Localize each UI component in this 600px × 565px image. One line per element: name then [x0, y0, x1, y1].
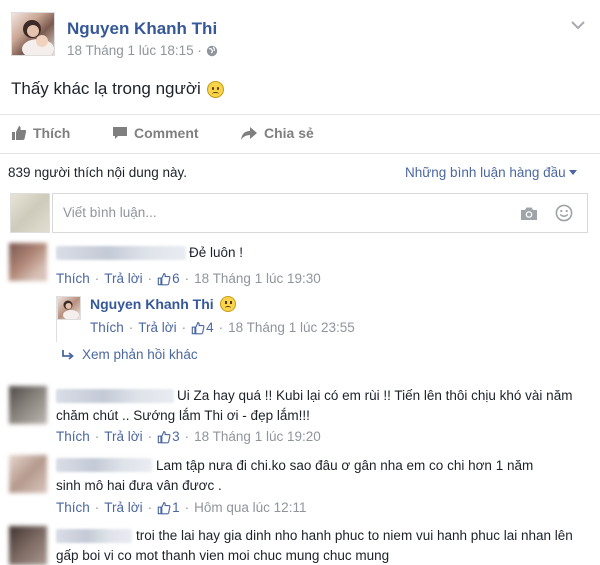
reply-time[interactable]: 18 Tháng 1 lúc 23:55: [228, 320, 355, 335]
comment-meta: Thích · Trả lời · 1 · Hôm qua lúc 12:11: [56, 500, 306, 515]
meta-separator: ·: [147, 500, 153, 515]
caret-down-icon: [568, 170, 577, 175]
comment-reply-link[interactable]: Trả lời: [104, 500, 142, 515]
meta-separator: ·: [184, 429, 190, 444]
more-replies-label: Xem phản hồi khác: [82, 347, 198, 362]
comment-sort-dropdown[interactable]: Những bình luận hàng đầu: [405, 165, 577, 180]
post-timestamp-text: 18 Tháng 1 lúc 18:15 ·: [67, 43, 202, 58]
comment-like-count[interactable]: 1: [157, 500, 180, 515]
comment-like-count[interactable]: 3: [157, 429, 180, 444]
comment-text: Ui Za hay quá !! Kubi lại có em rùi !! T…: [56, 388, 573, 423]
thumbs-up-icon: [12, 126, 27, 140]
comment-time[interactable]: 18 Tháng 1 lúc 19:30: [194, 271, 321, 286]
chevron-down-icon[interactable]: [571, 20, 585, 30]
composer-avatar: [10, 193, 50, 233]
like-count-value: 3: [172, 429, 180, 444]
more-replies-link[interactable]: Xem phản hồi khác: [62, 347, 198, 362]
comment-meta: Thích · Trả lời · 6 · 18 Tháng 1 lúc 19:…: [56, 271, 321, 286]
share-arrow-icon: [241, 126, 257, 140]
like-count-icon: [157, 272, 171, 285]
comment-like-link[interactable]: Thích: [56, 429, 90, 444]
reply-arrow-icon: [62, 349, 74, 360]
like-count-icon: [157, 430, 171, 443]
meta-separator: ·: [128, 320, 134, 335]
meta-separator: ·: [184, 500, 190, 515]
meta-separator: ·: [184, 271, 190, 286]
reply-meta: Thích · Trả lời · 4 · 18 Tháng 1 lúc 23:…: [90, 320, 355, 335]
comment-sort-label: Những bình luận hàng đầu: [405, 165, 566, 180]
commenter-avatar[interactable]: [9, 455, 47, 493]
comment-button[interactable]: Comment: [112, 125, 199, 141]
comment-button-label: Comment: [134, 125, 199, 141]
comment-input[interactable]: Viết bình luận...: [52, 193, 588, 233]
comment-like-count[interactable]: 6: [157, 271, 180, 286]
like-button[interactable]: Thích: [11, 125, 70, 141]
comment-bubble-icon: [113, 126, 127, 139]
post-text: Thấy khác lạ trong người: [11, 79, 224, 99]
post-author-avatar[interactable]: [11, 12, 55, 56]
comment-time[interactable]: Hôm qua lúc 12:11: [194, 500, 306, 515]
comment-input-placeholder: Viết bình luận...: [63, 205, 157, 220]
reply-like-count[interactable]: 4: [191, 320, 214, 335]
comment-text: Lam tập nưa đi chi.ko sao đâu ơ gân nha …: [56, 458, 534, 493]
meta-separator: ·: [218, 320, 224, 335]
meta-separator: ·: [94, 429, 100, 444]
like-count-icon: [157, 501, 171, 514]
share-button[interactable]: Chia sẻ: [240, 125, 314, 141]
meta-separator: ·: [147, 429, 153, 444]
like-button-label: Thích: [33, 125, 71, 141]
post-timestamp[interactable]: 18 Tháng 1 lúc 18:15 ·: [67, 43, 218, 58]
meta-separator: ·: [181, 320, 187, 335]
meta-separator: ·: [147, 271, 153, 286]
reply-like-link[interactable]: Thích: [90, 320, 124, 335]
comment-time[interactable]: 18 Tháng 1 lúc 19:20: [194, 429, 321, 444]
frown-emoji-icon: [219, 296, 236, 312]
action-divider: [0, 153, 600, 154]
likes-summary[interactable]: 839 người thích nội dung này.: [8, 165, 187, 180]
emoji-smile-icon[interactable]: [555, 204, 573, 222]
comment-text: Đẻ luôn !: [189, 245, 244, 260]
share-button-label: Chia sẻ: [264, 125, 314, 141]
post-author-name[interactable]: Nguyen Khanh Thi: [67, 19, 217, 39]
comment-reply-link[interactable]: Trả lời: [104, 429, 142, 444]
commenter-avatar[interactable]: [9, 526, 47, 565]
frown-emoji-icon: [206, 80, 224, 98]
camera-icon[interactable]: [520, 206, 538, 221]
meta-separator: ·: [94, 271, 100, 286]
like-count-value: 4: [206, 320, 214, 335]
comment-meta: Thích · Trả lời · 3 · 18 Tháng 1 lúc 19:…: [56, 429, 321, 444]
commenter-avatar[interactable]: [9, 243, 47, 281]
comment-like-link[interactable]: Thích: [56, 271, 90, 286]
comment-text: troi the lai hay gia dinh nho hanh phuc …: [56, 528, 573, 563]
post-text-body: Thấy khác lạ trong người: [11, 79, 201, 98]
globe-icon: [206, 45, 218, 56]
commenter-avatar[interactable]: [9, 386, 47, 424]
meta-separator: ·: [94, 500, 100, 515]
comment-like-link[interactable]: Thích: [56, 500, 90, 515]
reply-header: Nguyen Khanh Thi: [90, 296, 236, 312]
reply-reply-link[interactable]: Trả lời: [138, 320, 176, 335]
like-count-value: 6: [172, 271, 180, 286]
post-divider: [0, 114, 600, 115]
like-count-value: 1: [172, 500, 180, 515]
commenter-name-redacted: [56, 246, 186, 260]
reply-author-name[interactable]: Nguyen Khanh Thi: [90, 296, 214, 312]
like-count-icon: [191, 321, 205, 334]
reply-author-avatar[interactable]: [57, 296, 81, 320]
comment-reply-link[interactable]: Trả lời: [104, 271, 142, 286]
